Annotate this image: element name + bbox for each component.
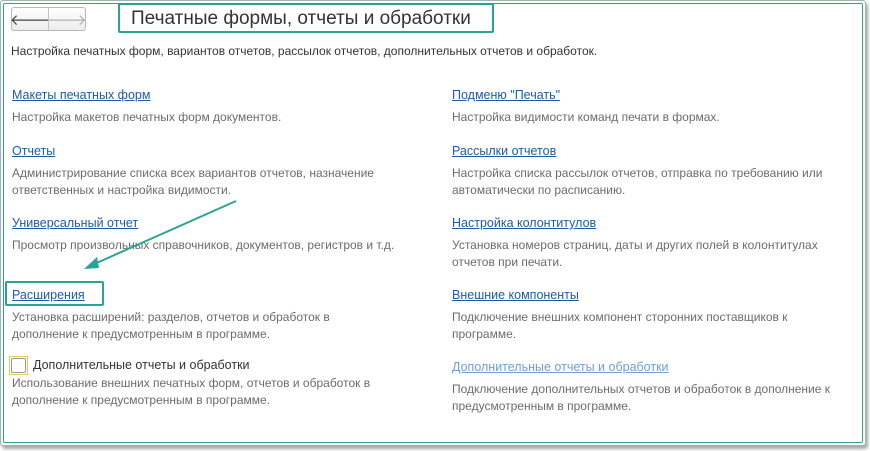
annotation-arrow	[84, 200, 237, 269]
